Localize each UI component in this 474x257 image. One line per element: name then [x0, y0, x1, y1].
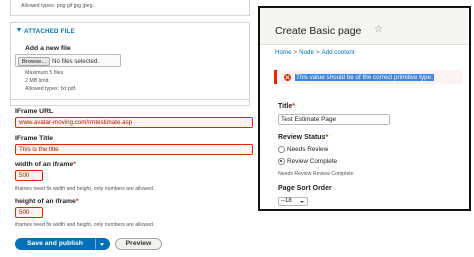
- iframe-width-label: width of an iframe*: [15, 161, 76, 168]
- file-upload-input[interactable]: Browse... No files selected.: [15, 54, 121, 67]
- dropdown-caret-icon[interactable]: [100, 242, 104, 246]
- error-message-box: This value should be of the correct prim…: [274, 70, 462, 84]
- save-button-label: Save and publish: [27, 240, 83, 247]
- attached-file-toggle[interactable]: ATTACHED FILE: [17, 28, 75, 35]
- title-label: Title*: [278, 103, 295, 110]
- allowed-types-note: Allowed types: txt pdf.: [25, 86, 77, 92]
- iframe-url-input[interactable]: www.avatar-moving.com/rmtestimate.asp: [15, 117, 253, 128]
- iframe-url-label: IFrame URL: [15, 108, 54, 115]
- sort-order-value: --18: [281, 198, 292, 204]
- attached-file-fieldset: ATTACHED FILE Add a new file Browse... N…: [10, 22, 250, 106]
- error-message-text: This value should be of the correct prim…: [295, 73, 434, 81]
- max-files-note: Maximum 5 files.: [25, 70, 65, 76]
- radio-button-selected[interactable]: [278, 158, 285, 165]
- button-separator: [95, 239, 96, 249]
- iframe-height-label-text: height of an iframe: [15, 198, 76, 205]
- panel-header: Create Basic page ☆: [260, 8, 468, 45]
- collapse-triangle-icon: [17, 28, 21, 32]
- add-new-file-label: Add a new file: [25, 45, 71, 52]
- review-status-help: Needs Review Review Complete: [278, 171, 354, 177]
- sort-order-select[interactable]: --18: [278, 197, 308, 206]
- allowed-types-note: Allowed types: png gif jpg jpeg.: [21, 3, 95, 9]
- breadcrumb-separator: >: [315, 49, 320, 56]
- iframe-width-help: iframes need fix width and height, only …: [15, 186, 155, 192]
- required-marker: *: [292, 103, 295, 110]
- iframe-title-input[interactable]: This is the title: [15, 144, 253, 155]
- iframe-height-label: height of an iframe*: [15, 198, 78, 205]
- page-title: Create Basic page: [275, 25, 362, 37]
- required-marker: *: [325, 134, 329, 141]
- review-status-label: Review Status*: [278, 134, 328, 141]
- required-marker: *: [73, 161, 76, 168]
- iframe-height-input[interactable]: 500: [15, 207, 43, 218]
- breadcrumb-separator: >: [293, 49, 298, 56]
- browse-button[interactable]: Browse...: [18, 56, 51, 66]
- title-input[interactable]: Test Estimate Page: [278, 114, 390, 125]
- iframe-width-label-text: width of an iframe: [15, 161, 74, 168]
- iframe-height-help: iframes need fix width and height, only …: [15, 222, 155, 228]
- radio-label: Review Complete: [287, 157, 338, 165]
- breadcrumb-link-home[interactable]: Home: [275, 49, 292, 56]
- breadcrumb: Home > Node > Add content: [275, 49, 355, 56]
- review-status-label-text: Review Status: [278, 134, 326, 141]
- preview-button[interactable]: Preview: [115, 238, 162, 250]
- radio-label: Needs Review: [287, 145, 329, 153]
- error-icon: [284, 73, 291, 81]
- create-page-panel: Create Basic page ☆ Home > Node > Add conten…: [258, 6, 471, 211]
- file-status-text: No files selected.: [52, 57, 100, 65]
- star-icon[interactable]: ☆: [374, 25, 383, 35]
- section-divider: [10, 99, 250, 100]
- save-and-publish-button[interactable]: Save and publish: [15, 238, 110, 250]
- attached-file-heading: ATTACHED FILE: [24, 28, 75, 35]
- sort-order-label: Page Sort Order: [278, 185, 332, 192]
- size-limit-note: 2 MB limit.: [25, 78, 50, 84]
- breadcrumb-link-node[interactable]: Node: [299, 49, 314, 56]
- iframe-width-input[interactable]: 500: [15, 170, 43, 181]
- radio-button[interactable]: [278, 146, 285, 153]
- chevron-down-icon: [300, 200, 304, 203]
- iframe-title-label: IFrame Title: [15, 135, 54, 142]
- required-marker: *: [75, 198, 79, 205]
- breadcrumb-link-add-content[interactable]: Add content: [322, 49, 355, 56]
- image-field-fragment: Allowed types: png gif jpg jpeg.: [10, 0, 250, 16]
- title-label-text: Title: [278, 103, 293, 110]
